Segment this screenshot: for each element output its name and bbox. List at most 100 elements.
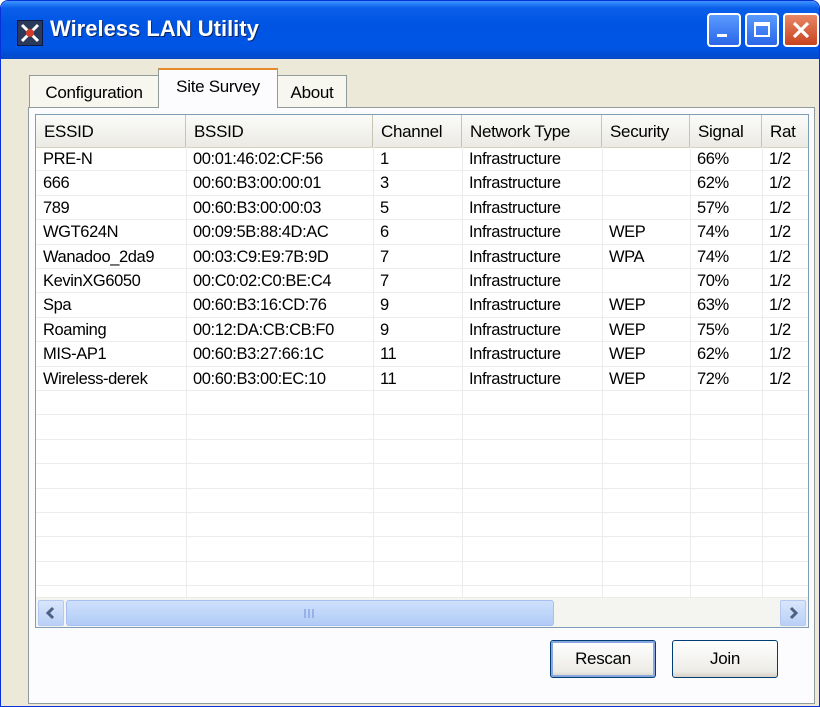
grip-icon <box>304 609 314 618</box>
table-cell: PRE-N <box>43 150 93 168</box>
table-cell: 1/2 <box>769 198 791 217</box>
join-button[interactable]: Join <box>672 640 778 678</box>
table-cell: Infrastructure <box>469 369 561 388</box>
table-cell: 57% <box>697 198 729 217</box>
table-cell: 62% <box>697 345 729 364</box>
chevron-left-icon <box>45 606 55 620</box>
empty-row <box>36 415 808 440</box>
table-cell: 63% <box>697 296 729 315</box>
table-cell: 9 <box>380 320 389 339</box>
table-cell: 1/2 <box>769 247 791 266</box>
title-bar[interactable]: Wireless LAN Utility <box>1 1 819 59</box>
table-cell: Infrastructure <box>469 296 561 315</box>
tab-site-survey[interactable]: Site Survey <box>158 68 278 108</box>
scroll-right-button[interactable] <box>780 600 806 626</box>
table-cell: 11 <box>380 369 397 388</box>
table-cell: 75% <box>697 320 729 339</box>
table-cell: 00:09:5B:88:4D:AC <box>193 223 329 242</box>
window-title: Wireless LAN Utility <box>50 16 259 41</box>
wireless-lan-utility-window: Wireless LAN Utility Configuration Site … <box>0 0 820 707</box>
table-cell: Infrastructure <box>469 272 561 290</box>
column-header-rate[interactable]: Rat <box>762 115 808 147</box>
table-cell: WEP <box>609 320 646 339</box>
table-cell: Wanadoo_2da9 <box>43 247 155 266</box>
empty-row <box>36 537 808 562</box>
network-list[interactable]: ESSID BSSID Channel Network Type Securit… <box>35 114 809 628</box>
empty-row <box>36 513 808 538</box>
table-cell: Infrastructure <box>469 320 561 339</box>
close-button[interactable] <box>783 13 819 47</box>
table-cell: WPA <box>609 247 645 266</box>
table-row[interactable]: PRE-N 00:01:46:02:CF:56 1 Infrastructure 66%… <box>36 147 808 172</box>
table-row[interactable]: 789 00:60:B3:00:00:03 5 Infrastructure 57% 1/… <box>36 196 808 221</box>
wireless-app-icon <box>17 20 43 46</box>
empty-row <box>36 391 808 416</box>
table-row[interactable]: MIS-AP1 00:60:B3:27:66:1C 11 Infrastructure… <box>36 342 808 367</box>
table-cell: 00:60:B3:00:00:03 <box>193 198 322 217</box>
horizontal-scrollbar[interactable] <box>36 597 808 627</box>
table-cell: Infrastructure <box>469 345 561 364</box>
table-cell: 5 <box>380 198 389 217</box>
table-cell: 1/2 <box>769 174 791 193</box>
table-row[interactable]: WGT624N 00:09:5B:88:4D:AC 6 Infrastructure W… <box>36 220 808 245</box>
tab-about[interactable]: About <box>277 75 347 107</box>
table-row[interactable]: Roaming 00:12:DA:CB:CB:F0 9 Infrastructure W… <box>36 318 808 343</box>
table-row[interactable]: KevinXG6050 00:C0:02:C0:BE:C4 7 Infrastruct… <box>36 269 808 294</box>
table-cell: Infrastructure <box>469 198 561 217</box>
table-cell: WEP <box>609 369 646 388</box>
table-cell: 7 <box>380 247 389 266</box>
table-cell: 00:60:B3:16:CD:76 <box>193 296 327 315</box>
column-header-security[interactable]: Security <box>602 115 690 147</box>
minimize-button[interactable] <box>707 13 741 47</box>
column-header-essid[interactable]: ESSID <box>36 115 186 147</box>
table-cell: WGT624N <box>43 223 119 242</box>
table-cell: 70% <box>697 272 729 290</box>
table-cell: 1/2 <box>769 345 791 364</box>
table-cell: WEP <box>609 223 646 242</box>
table-cell: MIS-AP1 <box>43 345 107 364</box>
column-header-channel[interactable]: Channel <box>373 115 462 147</box>
minimize-icon <box>717 34 727 37</box>
scrollbar-thumb[interactable] <box>66 600 554 626</box>
list-header: ESSID BSSID Channel Network Type Securit… <box>36 115 808 148</box>
table-cell: 00:01:46:02:CF:56 <box>193 150 323 168</box>
table-cell: 00:60:B3:00:EC:10 <box>193 369 326 388</box>
table-cell: 00:03:C9:E9:7B:9D <box>193 247 329 266</box>
table-cell: 00:C0:02:C0:BE:C4 <box>193 272 332 290</box>
column-header-bssid[interactable]: BSSID <box>186 115 373 147</box>
empty-row <box>36 562 808 587</box>
table-cell: 00:12:DA:CB:CB:F0 <box>193 320 334 339</box>
table-cell: 00:60:B3:27:66:1C <box>193 345 324 364</box>
tab-configuration[interactable]: Configuration <box>29 75 159 107</box>
empty-row <box>36 464 808 489</box>
table-cell: 1/2 <box>769 320 791 339</box>
table-cell: 1 <box>380 150 389 168</box>
table-cell: 00:60:B3:00:00:01 <box>193 174 322 193</box>
chevron-right-icon <box>789 606 799 620</box>
table-cell: 66% <box>697 150 729 168</box>
rescan-button[interactable]: Rescan <box>550 640 656 678</box>
table-cell: 74% <box>697 247 729 266</box>
table-row[interactable]: Spa 00:60:B3:16:CD:76 9 Infrastructure WEP 63… <box>36 293 808 318</box>
table-row[interactable]: Wireless-derek 00:60:B3:00:EC:10 11 Infrast… <box>36 367 808 391</box>
table-row[interactable]: 666 00:60:B3:00:00:01 3 Infrastructure 62% 1/… <box>36 171 808 196</box>
column-header-signal[interactable]: Signal <box>690 115 762 147</box>
column-header-network-type[interactable]: Network Type <box>462 115 602 147</box>
table-cell: 1/2 <box>769 272 791 290</box>
table-cell: Infrastructure <box>469 223 561 242</box>
table-cell: KevinXG6050 <box>43 272 141 290</box>
table-cell: Infrastructure <box>469 174 561 193</box>
table-cell: 789 <box>43 198 70 217</box>
table-row[interactable]: Wanadoo_2da9 00:03:C9:E9:7B:9D 7 Infrastruc… <box>36 245 808 269</box>
table-cell: 3 <box>380 174 389 193</box>
maximize-button[interactable] <box>745 13 779 47</box>
scroll-left-button[interactable] <box>38 600 64 626</box>
table-cell: 1/2 <box>769 223 791 242</box>
empty-row <box>36 440 808 465</box>
table-cell: 666 <box>43 174 70 193</box>
table-cell: WEP <box>609 345 646 364</box>
empty-row <box>36 489 808 513</box>
table-cell: 62% <box>697 174 729 193</box>
table-cell: 7 <box>380 272 389 290</box>
table-cell: 1/2 <box>769 150 791 168</box>
